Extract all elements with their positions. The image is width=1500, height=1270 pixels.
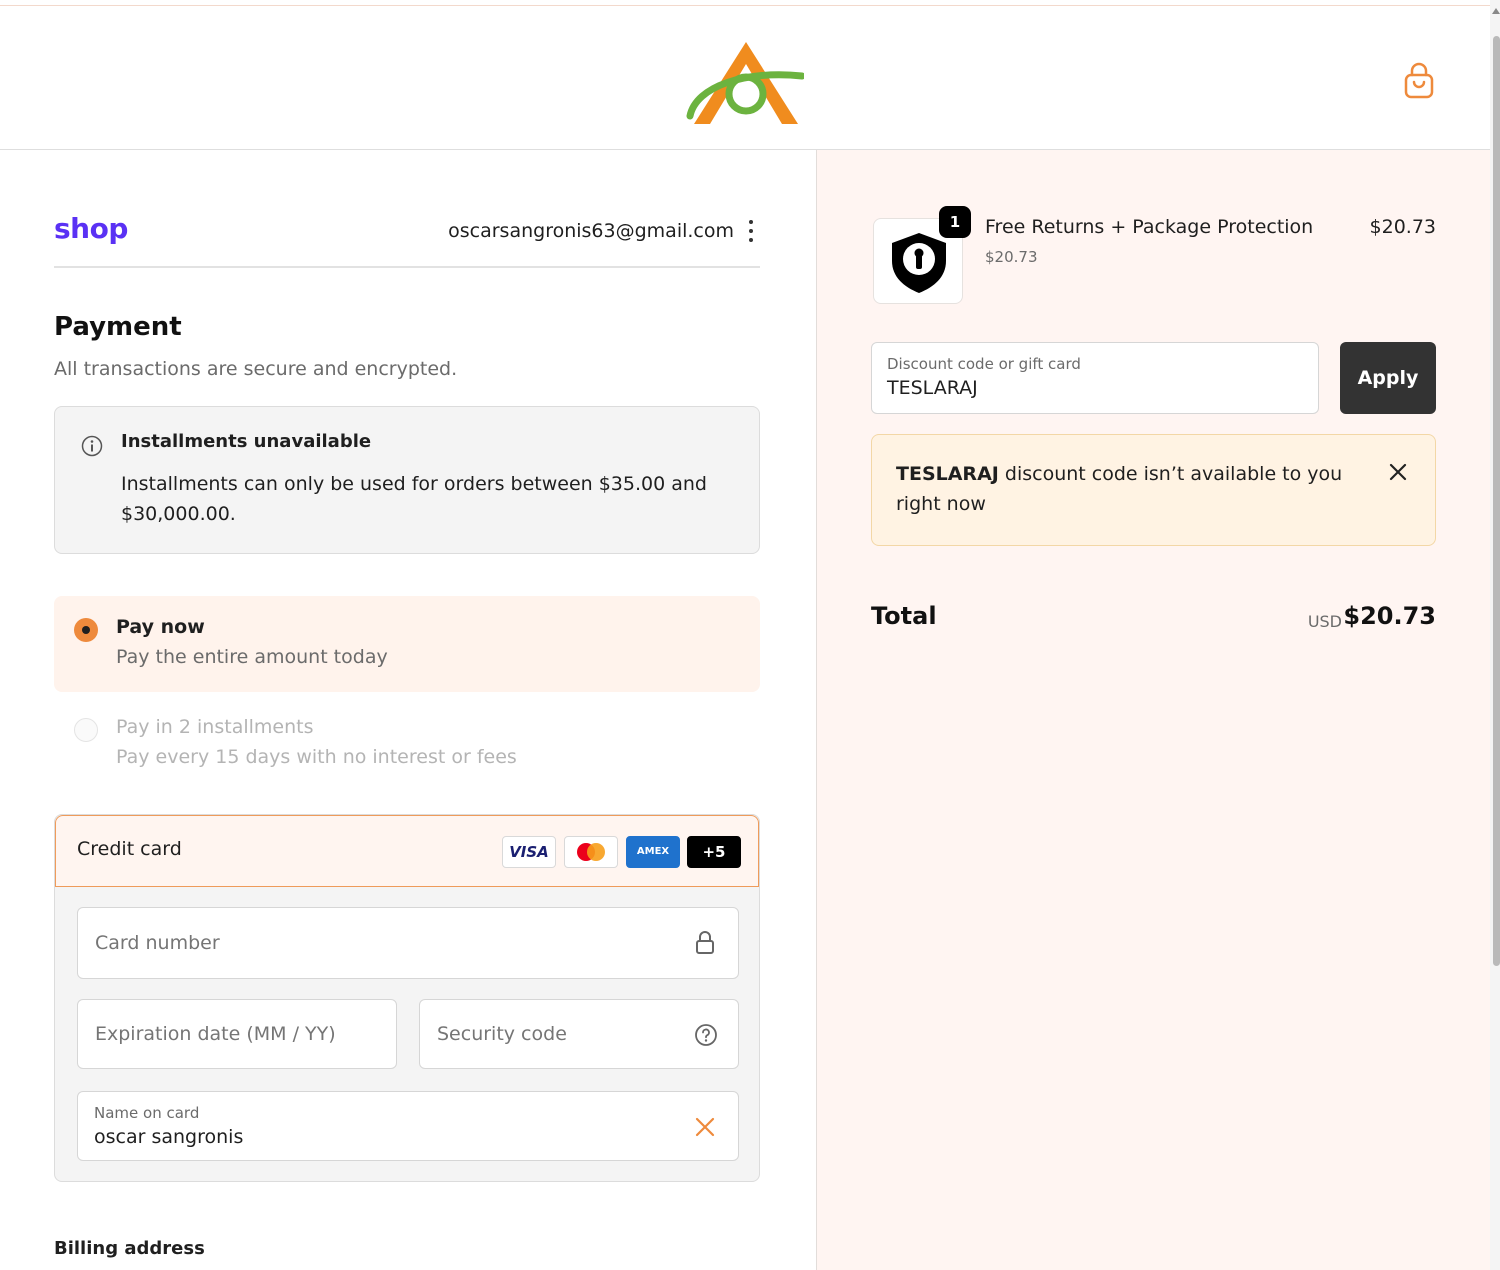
installments-radio[interactable] xyxy=(74,718,98,742)
scroll-up-arrow-icon[interactable] xyxy=(1492,8,1500,14)
info-icon xyxy=(81,435,103,457)
more-options-icon[interactable] xyxy=(742,216,762,246)
mastercard-logo xyxy=(564,836,618,868)
scrollbar-thumb[interactable] xyxy=(1493,36,1500,966)
header xyxy=(0,6,1490,150)
total-currency: USD xyxy=(1307,612,1342,631)
notice-text: Installments can only be used for orders… xyxy=(121,473,707,525)
clear-icon[interactable] xyxy=(694,1116,716,1138)
card-number-field[interactable] xyxy=(77,907,739,979)
option-title: Pay in 2 installments xyxy=(116,716,314,738)
discount-label: Discount code or gift card xyxy=(887,355,1081,373)
payment-title: Payment xyxy=(54,312,182,342)
pay-now-option[interactable]: Pay now Pay the entire amount today xyxy=(54,596,760,692)
close-icon[interactable] xyxy=(1387,461,1409,483)
amex-logo: AMEX xyxy=(626,836,680,868)
pay-installments-option[interactable]: Pay in 2 installments Pay every 15 days … xyxy=(54,708,760,778)
help-icon[interactable] xyxy=(694,1023,718,1047)
installments-notice: Installments unavailable Installments ca… xyxy=(54,406,760,554)
option-subtitle: Pay the entire amount today xyxy=(116,646,388,668)
billing-address-title: Billing address xyxy=(54,1238,205,1259)
store-logo[interactable] xyxy=(686,34,804,128)
alert-text: TESLARAJ discount code isn’t available t… xyxy=(896,459,1356,519)
expiration-field[interactable] xyxy=(77,999,397,1069)
payment-subtitle: All transactions are secure and encrypte… xyxy=(54,358,458,380)
divider xyxy=(54,266,760,268)
apply-button[interactable]: Apply xyxy=(1340,342,1436,414)
option-title: Pay now xyxy=(116,616,205,638)
name-on-card-field[interactable]: Name on card oscar sangronis xyxy=(77,1091,739,1161)
security-code-input[interactable] xyxy=(420,1000,738,1068)
product-unit-price: $20.73 xyxy=(985,248,1038,266)
visa-logo: VISA xyxy=(502,836,556,868)
discount-error-alert: TESLARAJ discount code isn’t available t… xyxy=(871,434,1436,546)
card-number-input[interactable] xyxy=(78,908,738,978)
quantity-badge: 1 xyxy=(939,206,971,238)
name-on-card-label: Name on card xyxy=(94,1104,200,1122)
alert-code: TESLARAJ xyxy=(896,463,999,485)
notice-title: Installments unavailable xyxy=(121,431,372,452)
security-code-field[interactable] xyxy=(419,999,739,1069)
credit-card-option[interactable]: Credit card VISA AMEX +5 xyxy=(55,815,759,887)
lock-icon xyxy=(696,931,714,954)
shopping-bag-icon[interactable] xyxy=(1402,62,1436,102)
product-price: $20.73 xyxy=(1369,216,1436,238)
name-on-card-value[interactable]: oscar sangronis xyxy=(94,1126,243,1148)
pay-now-radio[interactable] xyxy=(74,618,98,642)
expiration-input[interactable] xyxy=(78,1000,396,1068)
order-summary: 1 Free Returns + Package Protection $20.… xyxy=(816,150,1490,1270)
total-value: $20.73 xyxy=(1343,602,1436,630)
product-name: Free Returns + Package Protection xyxy=(985,216,1314,238)
account-email: oscarsangronis63@gmail.com xyxy=(448,220,734,242)
credit-card-section: Credit card VISA AMEX +5 Card number Exp… xyxy=(54,814,760,1182)
discount-value[interactable]: TESLARAJ xyxy=(887,377,978,399)
option-subtitle: Pay every 15 days with no interest or fe… xyxy=(116,746,517,768)
total-label: Total xyxy=(871,602,937,630)
shop-logo: shop xyxy=(54,212,128,245)
checkout-main: shop oscarsangronis63@gmail.com Payment … xyxy=(0,150,816,1270)
more-cards-badge: +5 xyxy=(687,836,741,868)
discount-code-field[interactable]: Discount code or gift card TESLARAJ xyxy=(871,342,1319,414)
credit-card-label: Credit card xyxy=(77,838,182,860)
